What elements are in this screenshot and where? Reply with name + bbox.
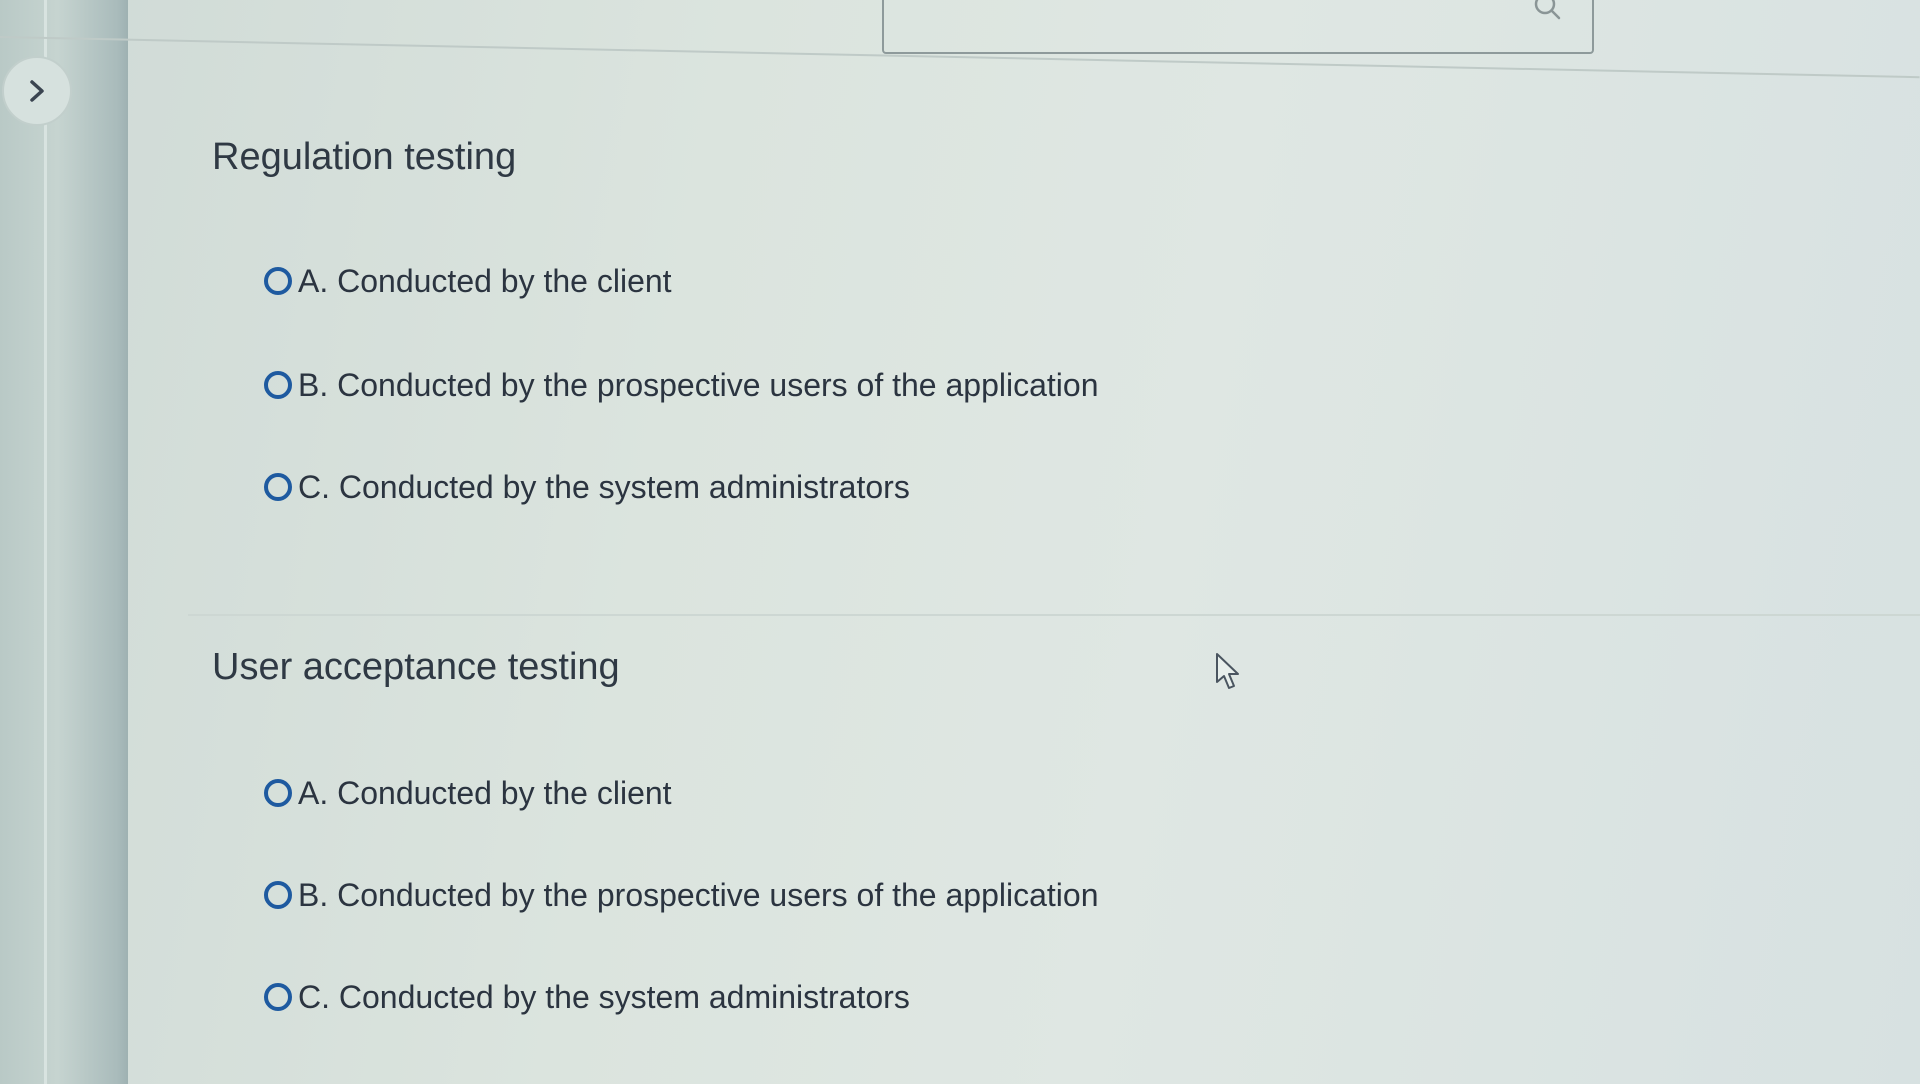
answer-option-a[interactable]: A. Conducted by the client bbox=[264, 257, 1098, 305]
option-label: C. Conducted by the system administrator… bbox=[298, 978, 910, 1015]
mouse-cursor-icon bbox=[1216, 653, 1239, 689]
radio-button[interactable] bbox=[264, 473, 292, 501]
option-label: B. Conducted by the prospective users of… bbox=[298, 366, 1099, 403]
search-icon[interactable] bbox=[1534, 0, 1562, 24]
question-divider bbox=[188, 614, 1920, 616]
option-label: B. Conducted by the prospective users of… bbox=[298, 876, 1099, 913]
answer-option-b[interactable]: B. Conducted by the prospective users of… bbox=[264, 871, 1098, 919]
chevron-right-icon bbox=[30, 80, 44, 102]
radio-button[interactable] bbox=[264, 371, 292, 399]
question-block: Regulation testing A. Conducted by the c… bbox=[212, 136, 1098, 511]
option-label: A. Conducted by the client bbox=[298, 262, 672, 299]
left-sidebar bbox=[0, 0, 128, 1084]
answer-option-b[interactable]: B. Conducted by the prospective users of… bbox=[264, 361, 1098, 409]
radio-button[interactable] bbox=[264, 779, 292, 807]
radio-button[interactable] bbox=[264, 881, 292, 909]
quiz-content: Regulation testing A. Conducted by the c… bbox=[128, 40, 1920, 1084]
option-label: A. Conducted by the client bbox=[298, 774, 672, 811]
answer-option-a[interactable]: A. Conducted by the client bbox=[264, 769, 1098, 817]
sidebar-toggle-button[interactable] bbox=[2, 56, 72, 126]
answer-option-c[interactable]: C. Conducted by the system administrator… bbox=[264, 973, 1098, 1021]
question-block: User acceptance testing A. Conducted by … bbox=[212, 646, 1098, 1021]
sidebar-divider bbox=[44, 0, 47, 1084]
question-title: Regulation testing bbox=[212, 136, 517, 178]
radio-button[interactable] bbox=[264, 983, 292, 1011]
option-label: C. Conducted by the system administrator… bbox=[298, 468, 910, 505]
radio-button[interactable] bbox=[264, 267, 292, 295]
question-title: User acceptance testing bbox=[212, 646, 620, 688]
answer-option-c[interactable]: C. Conducted by the system administrator… bbox=[264, 463, 1098, 511]
